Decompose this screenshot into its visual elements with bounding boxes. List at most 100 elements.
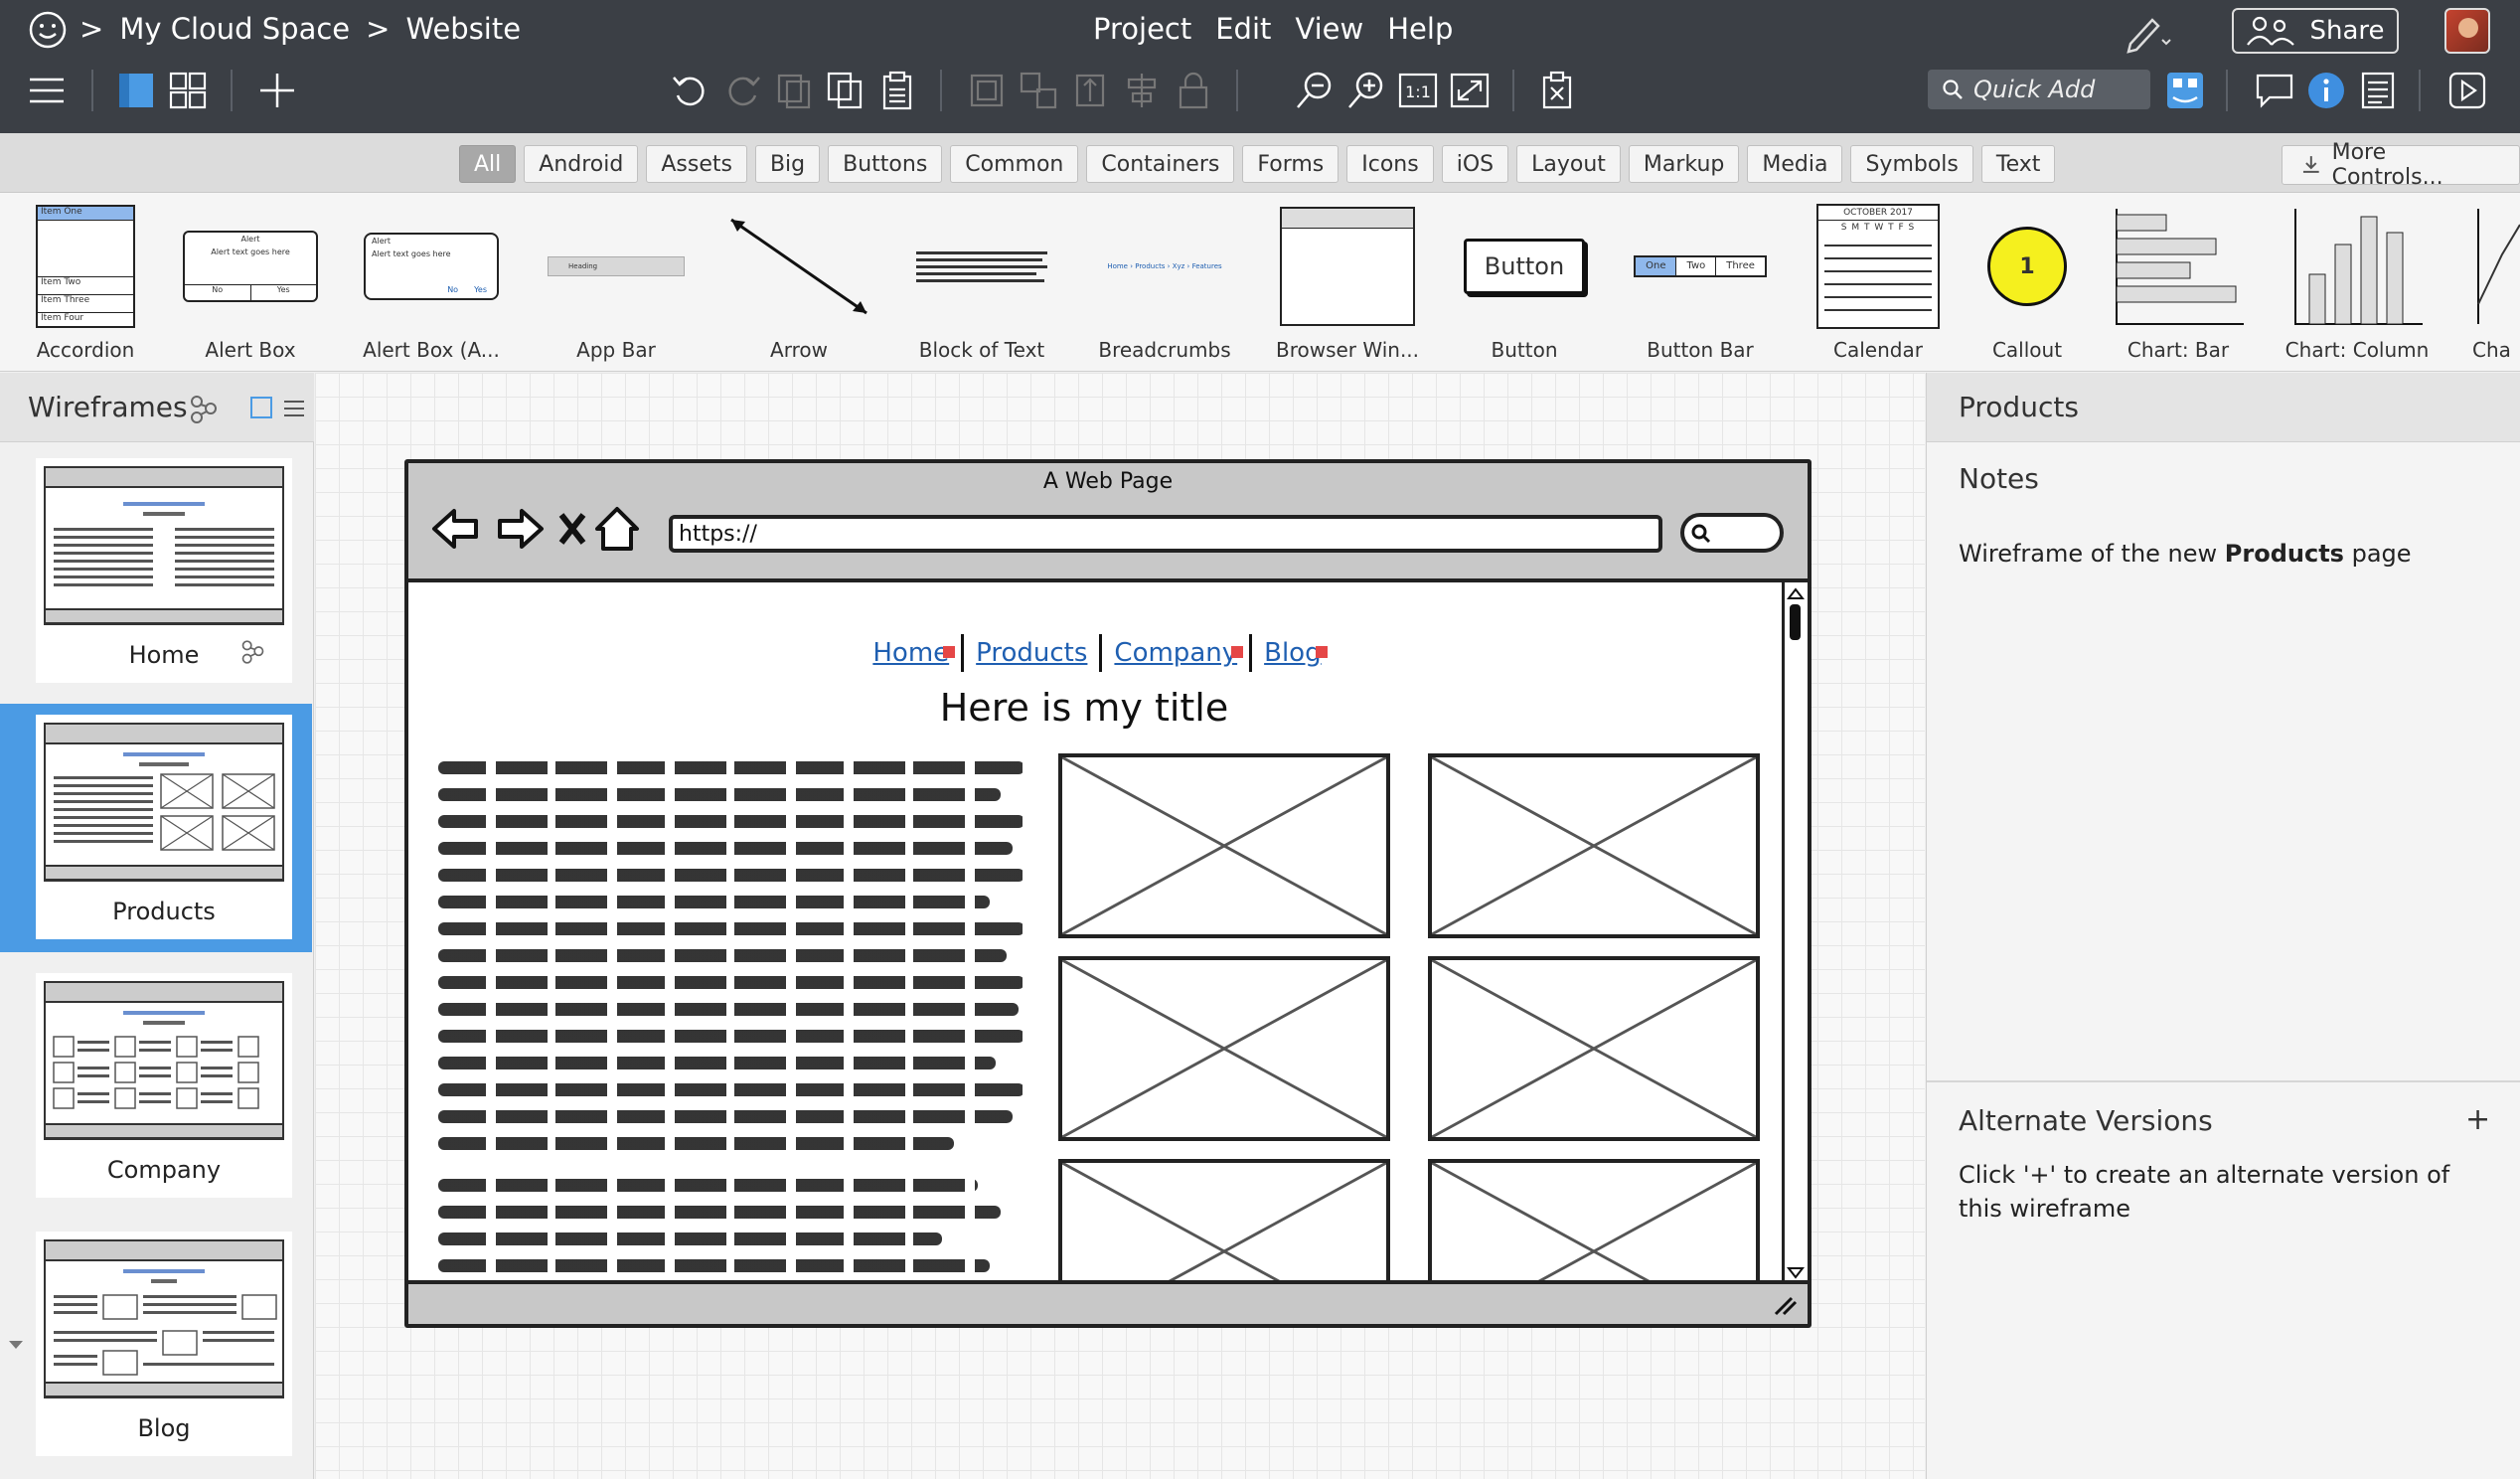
list-view-icon[interactable] bbox=[282, 397, 306, 420]
library-item-app-bar[interactable]: Heading App Bar bbox=[547, 199, 686, 368]
add-alternate-version-button[interactable]: + bbox=[2465, 1102, 2490, 1137]
breadcrumb-current[interactable]: Website bbox=[405, 12, 521, 46]
more-controls-button[interactable]: More Controls... bbox=[2282, 140, 2520, 190]
library-item-label: Alert Box (A... bbox=[363, 338, 500, 362]
library-item-button[interactable]: Button Button bbox=[1463, 199, 1586, 368]
undo-icon[interactable] bbox=[664, 64, 717, 117]
duplicate-icon[interactable] bbox=[767, 64, 821, 117]
zoom-in-icon[interactable] bbox=[1339, 64, 1393, 117]
category-tab-ios[interactable]: iOS bbox=[1441, 145, 1509, 183]
notes-text[interactable]: Wireframe of the new Products page bbox=[1959, 540, 2495, 568]
category-tab-markup[interactable]: Markup bbox=[1628, 145, 1740, 183]
lock-icon[interactable] bbox=[1167, 64, 1220, 117]
library-item-alert-box[interactable]: Alert Alert text goes here No Yes Alert … bbox=[183, 199, 318, 368]
plus-icon[interactable] bbox=[250, 64, 304, 117]
library-item-browser-window[interactable]: Browser Win... bbox=[1276, 199, 1419, 368]
browser-search-field[interactable] bbox=[1680, 513, 1784, 553]
library-item-callout[interactable]: 1 Callout bbox=[1987, 199, 2067, 368]
library-item-chart-line[interactable]: Cha bbox=[2472, 199, 2520, 368]
fit-icon[interactable] bbox=[1443, 64, 1496, 117]
page-card-home[interactable]: Home bbox=[36, 458, 292, 683]
category-tab-common[interactable]: Common bbox=[950, 145, 1079, 183]
category-tab-layout[interactable]: Layout bbox=[1516, 145, 1621, 183]
smiley-icon[interactable] bbox=[28, 10, 68, 50]
category-tab-containers[interactable]: Containers bbox=[1086, 145, 1235, 183]
category-tab-android[interactable]: Android bbox=[524, 145, 639, 183]
copy-icon[interactable] bbox=[819, 64, 872, 117]
library-item-accordion[interactable]: Item One Item Two Item Three Item Four A… bbox=[34, 199, 137, 368]
forward-arrow-icon bbox=[498, 509, 544, 549]
library-item-calendar[interactable]: OCTOBER 2017 S M T W T F S Calendar bbox=[1816, 199, 1940, 368]
image-placeholder[interactable] bbox=[1058, 1159, 1390, 1284]
library-item-chart-bar[interactable]: Chart: Bar bbox=[2111, 199, 2246, 368]
site-nav-link-company[interactable]: Company bbox=[1102, 638, 1249, 668]
actual-size-icon[interactable]: 1:1 bbox=[1391, 64, 1445, 117]
category-tab-big[interactable]: Big bbox=[754, 145, 821, 183]
browser-scrollbar[interactable] bbox=[1782, 582, 1808, 1284]
category-tab-icons[interactable]: Icons bbox=[1346, 145, 1434, 183]
menu-help[interactable]: Help bbox=[1387, 12, 1453, 46]
hamburger-icon[interactable] bbox=[20, 64, 74, 117]
single-view-icon[interactable] bbox=[109, 64, 163, 117]
ungroup-icon[interactable] bbox=[1012, 64, 1065, 117]
pencil-icon[interactable] bbox=[2123, 8, 2172, 54]
library-item-chart-column[interactable]: Chart: Column bbox=[2285, 199, 2429, 368]
align-icon[interactable] bbox=[1063, 64, 1117, 117]
button-bar-segment: Three bbox=[1716, 257, 1765, 275]
redo-icon[interactable] bbox=[715, 64, 769, 117]
grid-view-icon[interactable] bbox=[161, 64, 215, 117]
browser-url-field[interactable]: https:// bbox=[669, 515, 1662, 553]
image-placeholder[interactable] bbox=[1058, 956, 1390, 1141]
page-card-products[interactable]: Products bbox=[36, 715, 292, 939]
category-tab-symbols[interactable]: Symbols bbox=[1850, 145, 1973, 183]
image-placeholder[interactable] bbox=[1428, 956, 1760, 1141]
wireframe-canvas[interactable]: A Web Page https:// Home Products Compan… bbox=[315, 373, 1925, 1479]
library-item-breadcrumbs[interactable]: Home › Products › Xyz › Features Breadcr… bbox=[1095, 199, 1234, 368]
image-placeholder[interactable] bbox=[1428, 1159, 1760, 1284]
category-tab-buttons[interactable]: Buttons bbox=[828, 145, 943, 183]
scroll-down-arrow-icon[interactable] bbox=[1787, 1266, 1805, 1280]
image-placeholder[interactable] bbox=[1428, 753, 1760, 938]
menu-view[interactable]: View bbox=[1295, 12, 1363, 46]
page-card-company[interactable]: Company bbox=[36, 973, 292, 1198]
scrollbar-thumb[interactable] bbox=[1790, 604, 1801, 640]
breadcrumb-project[interactable]: My Cloud Space bbox=[119, 12, 350, 46]
category-tab-text[interactable]: Text bbox=[1980, 145, 2056, 183]
info-icon[interactable] bbox=[2299, 64, 2353, 117]
distribute-icon[interactable] bbox=[1115, 64, 1169, 117]
image-placeholder[interactable] bbox=[1058, 753, 1390, 938]
link-icon[interactable] bbox=[189, 395, 225, 424]
scroll-up-arrow-icon[interactable] bbox=[1787, 586, 1805, 600]
share-button[interactable]: Share bbox=[2232, 8, 2399, 54]
library-item-arrow[interactable]: Arrow bbox=[725, 199, 872, 368]
library-icon[interactable] bbox=[2158, 64, 2212, 117]
comment-icon[interactable] bbox=[2248, 64, 2301, 117]
menu-edit[interactable]: Edit bbox=[1215, 12, 1271, 46]
page-card-blog[interactable]: Blog bbox=[36, 1232, 292, 1456]
browser-window-thumbnail bbox=[1280, 207, 1415, 326]
library-item-button-bar[interactable]: One Two Three Button Bar bbox=[1632, 199, 1769, 368]
category-tab-all[interactable]: All bbox=[459, 145, 517, 183]
category-tab-assets[interactable]: Assets bbox=[646, 145, 747, 183]
category-tab-forms[interactable]: Forms bbox=[1242, 145, 1339, 183]
menu-project[interactable]: Project bbox=[1093, 12, 1191, 46]
play-icon[interactable] bbox=[2441, 64, 2494, 117]
browser-window-mockup[interactable]: A Web Page https:// Home Products Compan… bbox=[404, 459, 1811, 1328]
resize-grip-icon[interactable] bbox=[1772, 1294, 1798, 1316]
delete-icon[interactable] bbox=[1530, 64, 1584, 117]
zoom-out-icon[interactable] bbox=[1288, 64, 1341, 117]
site-nav-link-blog[interactable]: Blog bbox=[1252, 638, 1333, 668]
site-nav-link-products[interactable]: Products bbox=[964, 638, 1099, 668]
category-tab-media[interactable]: Media bbox=[1747, 145, 1843, 183]
thumbnail-view-icon[interactable] bbox=[250, 397, 272, 418]
paste-icon[interactable] bbox=[870, 64, 924, 117]
site-nav-link-home[interactable]: Home bbox=[861, 638, 961, 668]
caret-down-icon[interactable] bbox=[8, 1339, 24, 1351]
avatar[interactable] bbox=[2444, 8, 2490, 54]
group-icon[interactable] bbox=[960, 64, 1014, 117]
library-item-block-of-text[interactable]: Block of Text bbox=[914, 199, 1049, 368]
list-icon[interactable] bbox=[2351, 64, 2405, 117]
more-controls-label: More Controls... bbox=[2331, 140, 2443, 190]
library-item-alert-box-alt[interactable]: Alert Alert text goes here No Yes Alert … bbox=[363, 199, 500, 368]
quick-add-input[interactable]: Quick Add bbox=[1928, 70, 2150, 109]
